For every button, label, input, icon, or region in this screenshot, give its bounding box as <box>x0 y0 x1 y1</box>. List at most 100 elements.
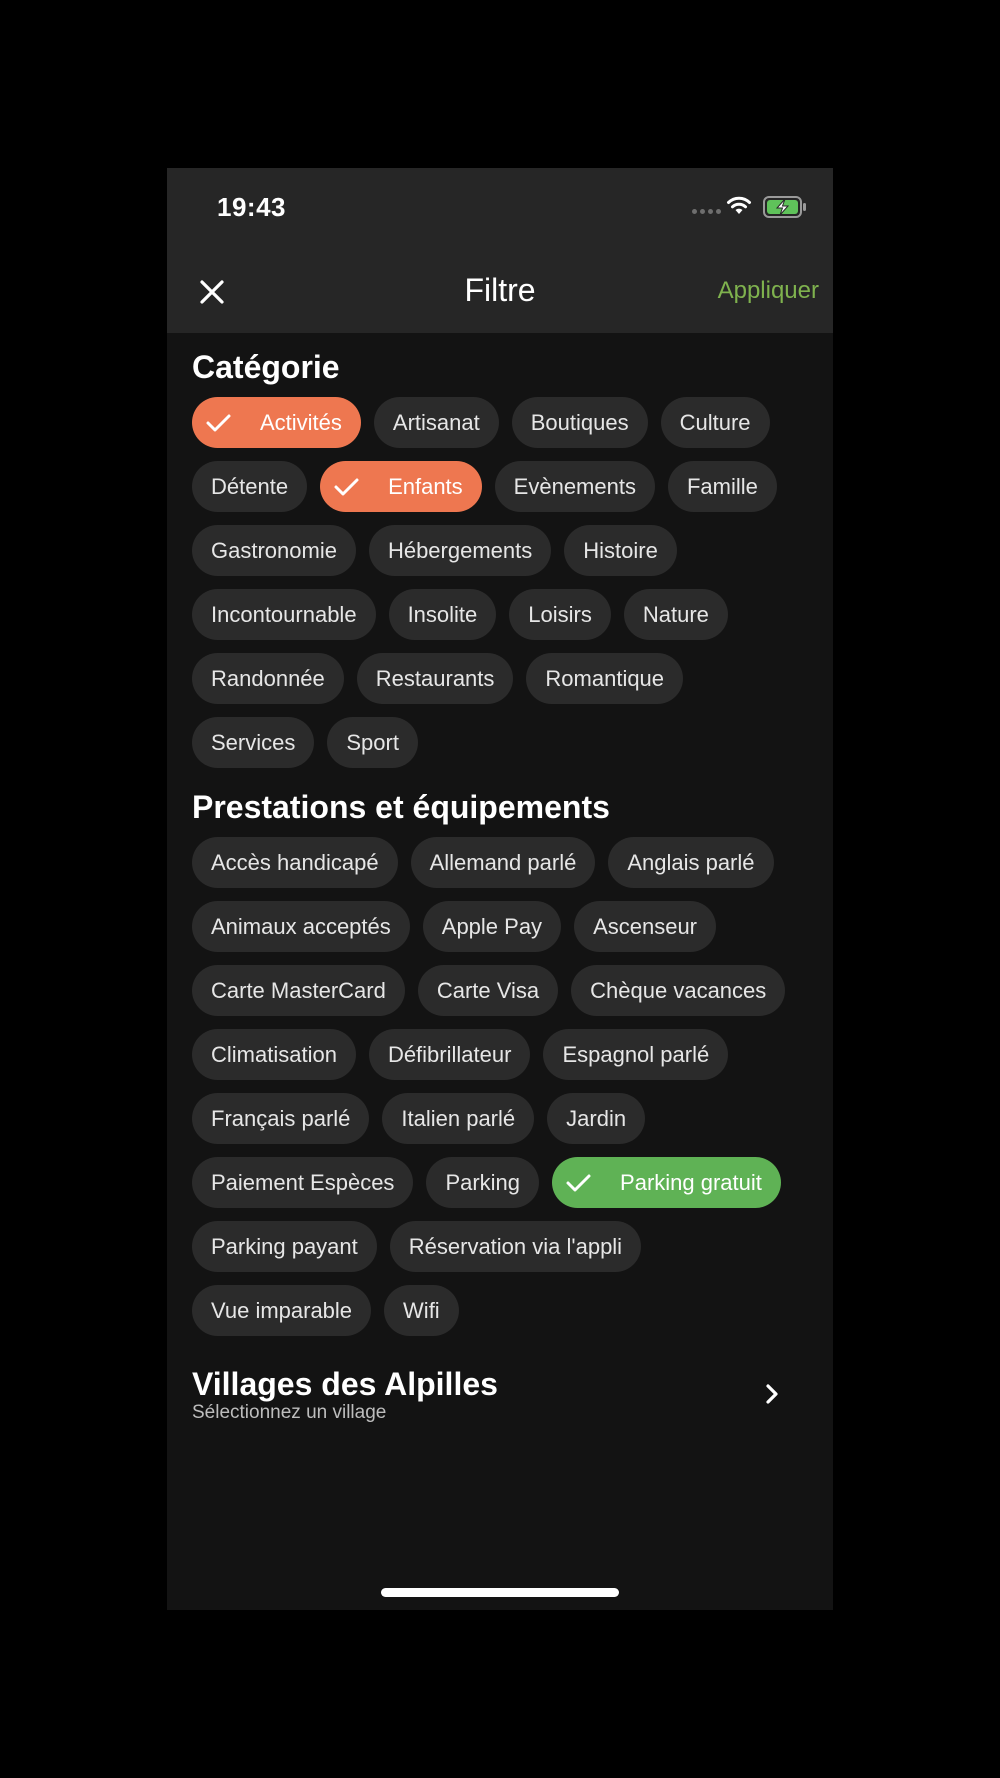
filter-chip[interactable]: Enfants <box>320 461 482 512</box>
filter-chip[interactable]: Insolite <box>388 589 497 640</box>
chip-label: Incontournable <box>211 601 357 627</box>
filter-chip[interactable]: Gastronomie <box>192 525 356 576</box>
filter-chip[interactable]: Randonnée <box>192 653 344 704</box>
chip-label: Services <box>211 729 296 755</box>
filter-chip[interactable]: Espagnol parlé <box>543 1029 729 1080</box>
chip-label: Vue imparable <box>211 1297 353 1323</box>
filter-chip[interactable]: Culture <box>660 397 770 448</box>
prestations-title: Prestations et équipements <box>192 789 610 825</box>
chip-label: Gastronomie <box>211 537 337 563</box>
chip-label: Parking payant <box>211 1233 358 1259</box>
checkmark-icon <box>206 414 231 431</box>
filter-chip[interactable]: Allemand parlé <box>410 837 596 888</box>
chip-label: Ascenseur <box>593 913 698 939</box>
filter-chip[interactable]: Accès handicapé <box>192 837 398 888</box>
filter-chip[interactable]: Activités <box>192 397 361 448</box>
filter-chip[interactable]: Famille <box>667 461 777 512</box>
filter-chip[interactable]: Incontournable <box>192 589 376 640</box>
chip-label: Loisirs <box>528 601 592 627</box>
filter-chip[interactable]: Réservation via l'appli <box>389 1221 642 1272</box>
chip-label: Culture <box>679 409 751 435</box>
chip-label: Animaux acceptés <box>211 913 391 939</box>
filter-chip[interactable]: Evènements <box>494 461 655 512</box>
filter-chip[interactable]: Défibrillateur <box>368 1029 531 1080</box>
filter-chip[interactable]: Romantique <box>526 653 684 704</box>
filter-chip[interactable]: Wifi <box>384 1285 459 1336</box>
chip-label: Restaurants <box>375 665 495 691</box>
chip-label: Espagnol parlé <box>562 1041 710 1067</box>
chip-label: Réservation via l'appli <box>408 1233 623 1259</box>
chip-label: Activités <box>260 409 342 435</box>
chip-label: Hébergements <box>387 537 533 563</box>
filter-chip[interactable]: Parking <box>426 1157 540 1208</box>
filter-chip[interactable]: Loisirs <box>509 589 611 640</box>
checkmark-icon <box>566 1174 591 1191</box>
filter-chip[interactable]: Français parlé <box>192 1093 370 1144</box>
filter-chip[interactable]: Services <box>192 717 315 768</box>
chip-label: Défibrillateur <box>387 1041 512 1067</box>
filter-chip[interactable]: Boutiques <box>511 397 648 448</box>
filter-chip[interactable]: Restaurants <box>356 653 514 704</box>
chip-label: Allemand parlé <box>429 849 577 875</box>
chip-label: Famille <box>686 473 758 499</box>
chip-label: Chèque vacances <box>590 977 767 1003</box>
chip-label: Accès handicapé <box>211 849 379 875</box>
filter-chip[interactable]: Jardin <box>547 1093 646 1144</box>
chip-label: Carte Visa <box>436 977 540 1003</box>
filter-chip[interactable]: Climatisation <box>192 1029 356 1080</box>
filter-chip[interactable]: Italien parlé <box>382 1093 535 1144</box>
chip-label: Wifi <box>403 1297 440 1323</box>
phone-screen: 19:43 Filtre Appliquer Catégorie Activit… <box>167 168 833 1610</box>
chip-label: Sport <box>346 729 399 755</box>
filter-chip[interactable]: Artisanat <box>373 397 499 448</box>
chevron-right-icon <box>766 1384 778 1404</box>
chip-label: Climatisation <box>211 1041 337 1067</box>
filter-content: Catégorie Activités Artisanat Boutiques Cul… <box>192 333 812 1428</box>
home-indicator <box>381 1588 619 1597</box>
filter-chip[interactable]: Parking payant <box>192 1221 377 1272</box>
status-bar: 19:43 <box>167 168 833 250</box>
filter-chip[interactable]: Paiement Espèces <box>192 1157 414 1208</box>
cellular-signal-icon <box>692 209 721 214</box>
filter-chip[interactable]: Nature <box>623 589 728 640</box>
categorie-chips: Activités Artisanat Boutiques Culture Détent… <box>192 397 812 768</box>
chip-label: Boutiques <box>530 409 629 435</box>
filter-chip[interactable]: Animaux acceptés <box>192 901 410 952</box>
filter-chip[interactable]: Ascenseur <box>574 901 717 952</box>
prestations-chips: Accès handicapé Allemand parlé Anglais par… <box>192 837 812 1336</box>
filter-chip[interactable]: Carte Visa <box>417 965 559 1016</box>
chip-label: Jardin <box>566 1105 627 1131</box>
filter-chip[interactable]: Sport <box>327 717 418 768</box>
chip-label: Romantique <box>545 665 665 691</box>
header-bar: Filtre Appliquer <box>167 250 833 333</box>
status-time: 19:43 <box>217 192 286 222</box>
chip-label: Détente <box>211 473 289 499</box>
chip-label: Artisanat <box>392 409 480 435</box>
villages-selector[interactable]: Villages des Alpilles Sélectionnez un vi… <box>192 1366 812 1428</box>
filter-chip[interactable]: Hébergements <box>368 525 552 576</box>
chip-label: Italien parlé <box>401 1105 516 1131</box>
chip-label: Enfants <box>388 473 463 499</box>
chip-label: Apple Pay <box>441 913 543 939</box>
checkmark-icon <box>334 478 359 495</box>
filter-chip[interactable]: Apple Pay <box>422 901 562 952</box>
battery-charging-icon <box>763 196 806 218</box>
chip-label: Histoire <box>583 537 658 563</box>
chip-label: Anglais parlé <box>627 849 755 875</box>
chip-label: Parking gratuit <box>620 1169 762 1195</box>
chip-label: Evènements <box>513 473 636 499</box>
apply-button[interactable]: Appliquer <box>718 277 819 305</box>
chip-label: Carte MasterCard <box>211 977 386 1003</box>
villages-title: Villages des Alpilles <box>192 1366 498 1402</box>
chip-label: Français parlé <box>211 1105 351 1131</box>
chip-label: Paiement Espèces <box>211 1169 395 1195</box>
filter-chip[interactable]: Vue imparable <box>192 1285 372 1336</box>
filter-chip[interactable]: Chèque vacances <box>571 965 786 1016</box>
filter-chip[interactable]: Anglais parlé <box>608 837 774 888</box>
filter-chip[interactable]: Carte MasterCard <box>192 965 405 1016</box>
wifi-icon <box>727 196 751 214</box>
filter-chip[interactable]: Détente <box>192 461 308 512</box>
villages-subtitle: Sélectionnez un village <box>192 1402 387 1423</box>
filter-chip[interactable]: Parking gratuit <box>552 1157 781 1208</box>
filter-chip[interactable]: Histoire <box>564 525 677 576</box>
